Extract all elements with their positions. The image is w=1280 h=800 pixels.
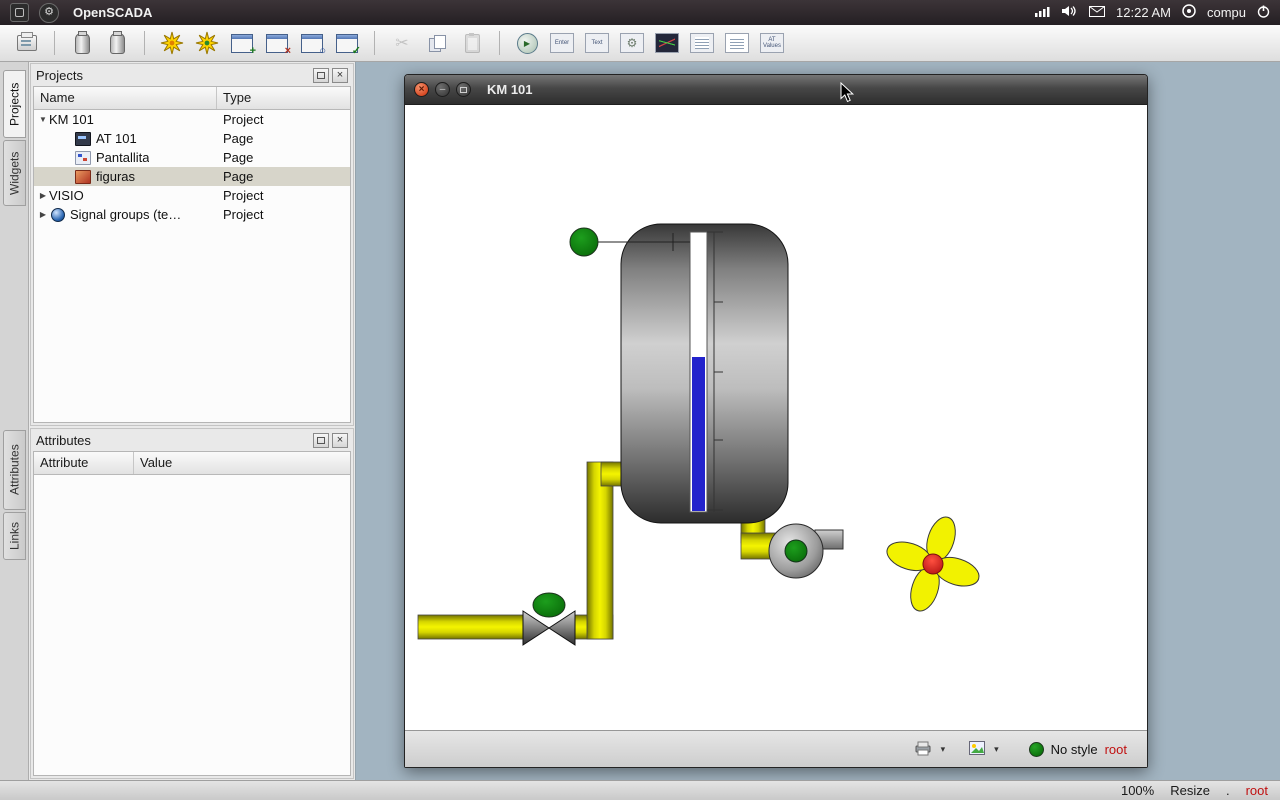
float-panel-button[interactable]: [313, 433, 329, 448]
cut-icon[interactable]: [387, 28, 417, 58]
toolbar-separator: [144, 31, 145, 55]
pump[interactable]: [769, 524, 843, 578]
toolbar-separator: [54, 31, 55, 55]
tab-attributes[interactable]: Attributes: [3, 430, 26, 510]
feed-valve[interactable]: [523, 593, 575, 645]
user-menu[interactable]: compu: [1207, 5, 1246, 20]
status-dot: [1029, 742, 1044, 757]
page-panel-icon: [75, 151, 91, 165]
screen: OpenSCADA 12:22 AM compu + × ○ ✓ Enter T…: [0, 0, 1280, 800]
run-icon[interactable]: [512, 28, 542, 58]
window-titlebar[interactable]: KM 101: [405, 75, 1147, 104]
edit-item-icon[interactable]: ✓: [332, 28, 362, 58]
window-status-bar: ▾ ▾ No style root: [405, 730, 1147, 767]
project-sphere-icon: [51, 208, 65, 222]
close-panel-button[interactable]: [332, 68, 348, 83]
ubuntu-one-icon[interactable]: [1182, 4, 1196, 21]
projects-tree: KM 101 Project AT 101 Page Pantallita Pa…: [34, 110, 350, 422]
power-icon[interactable]: [1257, 5, 1270, 21]
page-display-icon: [75, 132, 91, 146]
projects-panel-title: Projects: [36, 68, 310, 83]
column-attribute[interactable]: Attribute: [34, 452, 134, 474]
projects-table-header: Name Type: [34, 87, 350, 110]
clock[interactable]: 12:22 AM: [1116, 5, 1171, 20]
tab-widgets[interactable]: Widgets: [3, 140, 26, 206]
mdi-area: KM 101: [356, 62, 1280, 780]
text-widget-icon[interactable]: Text: [582, 28, 612, 58]
tree-row-figuras[interactable]: figuras Page: [34, 167, 350, 186]
status-dot-text: .: [1226, 783, 1230, 798]
new-project-icon[interactable]: [157, 28, 187, 58]
document-widget-icon[interactable]: [722, 28, 752, 58]
toolbar-separator: [499, 31, 500, 55]
window-user-label: root: [1105, 742, 1127, 757]
fan[interactable]: [872, 503, 994, 626]
delete-item-icon[interactable]: ×: [262, 28, 292, 58]
image-export-icon[interactable]: [969, 741, 985, 758]
tree-row-pantallita[interactable]: Pantallita Page: [34, 148, 350, 167]
projects-panel: Projects Name Type KM 101 Project: [30, 63, 354, 426]
enter-widget-icon[interactable]: Enter: [547, 28, 577, 58]
attributes-table-header: Attribute Value: [34, 452, 350, 475]
app-title: OpenSCADA: [73, 5, 152, 20]
expander-icon[interactable]: [37, 191, 49, 200]
attributes-panel-title: Attributes: [36, 433, 310, 448]
window-close-button[interactable]: [414, 82, 429, 97]
session-gear-icon[interactable]: [39, 3, 59, 23]
left-pane: Projects Name Type KM 101 Project: [29, 62, 356, 780]
volume-icon[interactable]: [1061, 5, 1078, 20]
view-item-icon[interactable]: ○: [297, 28, 327, 58]
tab-projects[interactable]: Projects: [3, 70, 26, 138]
print-dropdown-icon[interactable]: ▾: [939, 744, 948, 755]
page-figure-icon: [75, 170, 91, 184]
protocol-widget-icon[interactable]: [687, 28, 717, 58]
new-widget-icon[interactable]: [192, 28, 222, 58]
network-signal-icon[interactable]: [1034, 5, 1050, 20]
float-panel-button[interactable]: [313, 68, 329, 83]
window-title: KM 101: [487, 82, 533, 97]
zoom-level: 100%: [1121, 783, 1154, 798]
print-icon[interactable]: [12, 28, 42, 58]
tree-row-signal-groups[interactable]: Signal groups (te… Project: [34, 205, 350, 224]
attributes-table-body: [34, 475, 350, 775]
scada-scene: [405, 105, 1147, 730]
attributes-panel: Attributes Attribute Value: [30, 428, 354, 779]
column-name[interactable]: Name: [34, 87, 217, 109]
expander-icon[interactable]: [37, 115, 49, 124]
expander-icon[interactable]: [37, 210, 49, 219]
main-toolbar: + × ○ ✓ Enter Text AT Values: [0, 25, 1280, 62]
print-icon[interactable]: [914, 740, 932, 759]
tree-row-km101[interactable]: KM 101 Project: [34, 110, 350, 129]
copy-icon[interactable]: [422, 28, 452, 58]
close-panel-button[interactable]: [332, 433, 348, 448]
add-item-icon[interactable]: +: [227, 28, 257, 58]
session-grid-icon[interactable]: [10, 3, 29, 22]
toolbar-separator: [374, 31, 375, 55]
db-save-icon[interactable]: [102, 28, 132, 58]
edit-mode-label: Resize: [1170, 783, 1210, 798]
top-panel: OpenSCADA 12:22 AM compu: [0, 0, 1280, 25]
mouse-cursor: [840, 82, 855, 108]
column-value[interactable]: Value: [134, 452, 350, 474]
diagram-widget-icon[interactable]: [652, 28, 682, 58]
style-label: No style: [1051, 742, 1098, 757]
paste-icon[interactable]: [457, 28, 487, 58]
tree-row-at101[interactable]: AT 101 Page: [34, 129, 350, 148]
status-bar: 100% Resize . root: [0, 780, 1280, 800]
window-maximize-button[interactable]: [456, 82, 471, 97]
scada-canvas[interactable]: [405, 104, 1147, 730]
dock-tab-strip: Projects Widgets Attributes Links: [0, 62, 29, 780]
db-load-icon[interactable]: [67, 28, 97, 58]
window-minimize-button[interactable]: [435, 82, 450, 97]
values-widget-icon[interactable]: AT Values: [757, 28, 787, 58]
status-user-label: root: [1246, 783, 1268, 798]
km101-window[interactable]: KM 101: [404, 74, 1148, 768]
tab-links[interactable]: Links: [3, 512, 26, 560]
image-dropdown-icon[interactable]: ▾: [992, 744, 1001, 755]
mail-icon[interactable]: [1089, 5, 1105, 20]
media-widget-icon[interactable]: [617, 28, 647, 58]
tree-row-visio[interactable]: VISIO Project: [34, 186, 350, 205]
column-type[interactable]: Type: [217, 87, 350, 109]
